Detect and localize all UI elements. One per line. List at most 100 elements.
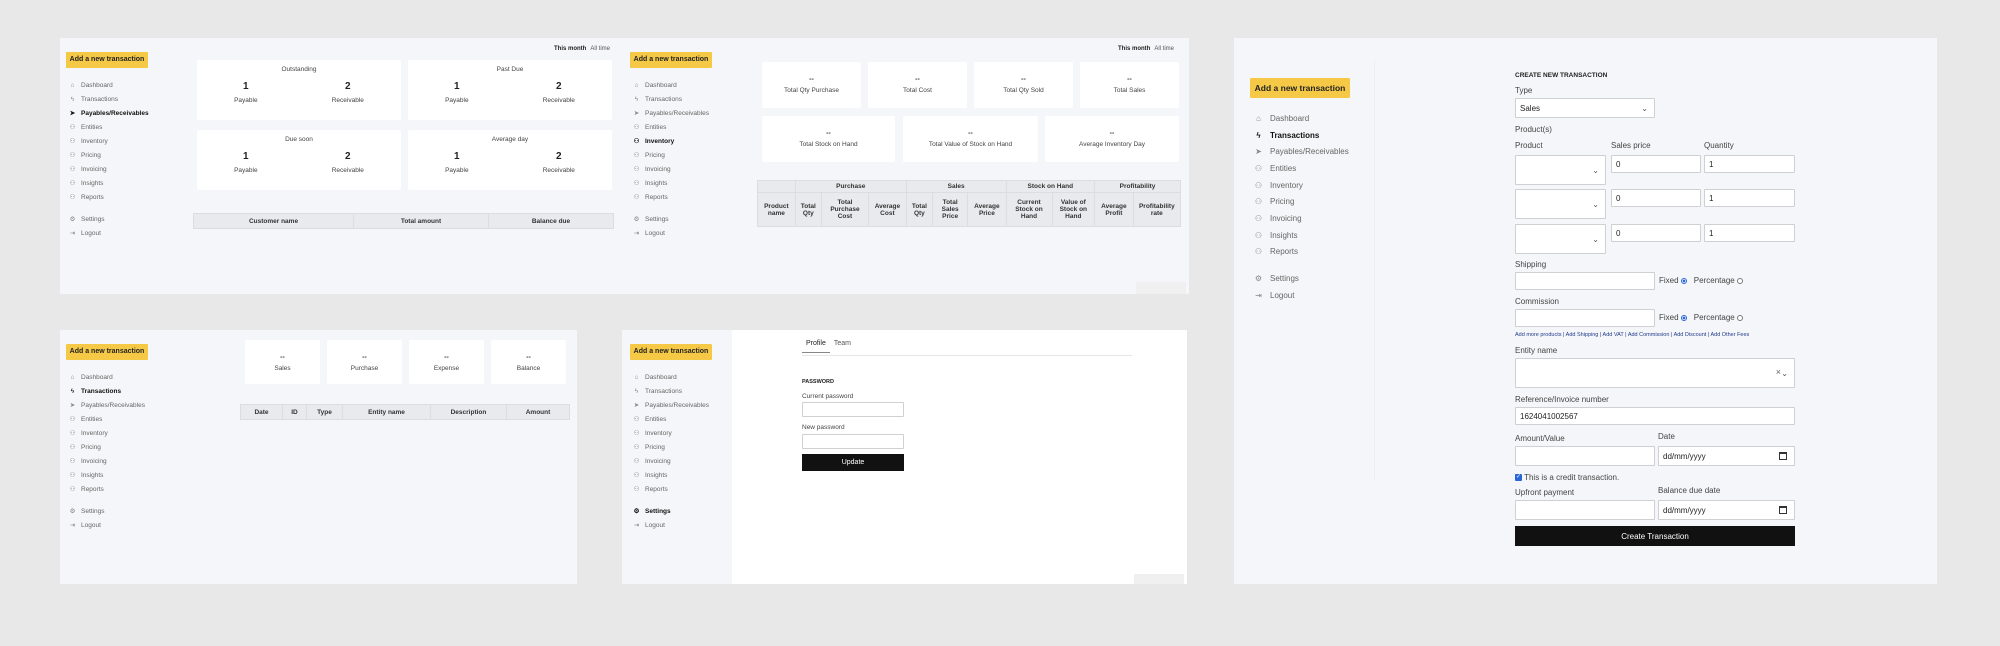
sidebar-item-insights[interactable]: ⚇ Insights (66, 468, 174, 482)
sidebar-item-invoicing[interactable]: ⚇ Invoicing (1250, 210, 1380, 227)
balance-due-date-input[interactable]: dd/mm/yyyy (1658, 500, 1795, 520)
sidebar-item-inventory[interactable]: ⚇ Inventory (630, 134, 738, 148)
sidebar-item-logout[interactable]: ⇥ Logout (630, 226, 738, 240)
reference-input[interactable]: 1624041002567 (1515, 407, 1795, 425)
sidebar-item-pricing[interactable]: ⚇ Pricing (630, 440, 738, 454)
calendar-icon[interactable] (1779, 452, 1787, 460)
sidebar-item-settings[interactable]: ⚙ Settings (1250, 270, 1380, 287)
sidebar-item-pricing[interactable]: ⚇ Pricing (66, 440, 174, 454)
amount-input[interactable] (1515, 446, 1655, 466)
sidebar-item-settings[interactable]: ⚙ Settings (66, 212, 174, 226)
sidebar-item-entities[interactable]: ⚇ Entities (66, 120, 174, 134)
sidebar-item-logout[interactable]: ⇥ Logout (66, 518, 174, 532)
sidebar-item-payables[interactable]: ➤ Payables/Receivables (1250, 143, 1380, 160)
sidebar-item-dashboard[interactable]: ⌂ Dashboard (630, 78, 738, 92)
sidebar-item-invoicing[interactable]: ⚇ Invoicing (630, 162, 738, 176)
product-select-2[interactable]: ⌄ (1515, 189, 1606, 219)
sidebar-item-pricing[interactable]: ⚇ Pricing (630, 148, 738, 162)
sidebar-item-transactions[interactable]: ϟ Transactions (1250, 127, 1380, 144)
sidebar-item-entities[interactable]: ⚇ Entities (630, 412, 738, 426)
range-all-time[interactable]: All time (1154, 46, 1174, 52)
sales-price-input-3[interactable]: 0 (1611, 224, 1701, 242)
current-password-input[interactable] (802, 402, 904, 417)
sidebar-item-insights[interactable]: ⚇ Insights (1250, 227, 1380, 244)
sidebar-item-settings[interactable]: ⚙ Settings (630, 504, 738, 518)
quantity-input-3[interactable]: 1 (1704, 224, 1795, 242)
sales-price-input-1[interactable]: 0 (1611, 155, 1701, 173)
date-input[interactable]: dd/mm/yyyy (1658, 446, 1795, 466)
quantity-input-1[interactable]: 1 (1704, 155, 1795, 173)
type-select[interactable]: Sales ⌄ (1515, 98, 1655, 118)
commission-fixed-radio[interactable] (1680, 314, 1687, 321)
new-password-input[interactable] (802, 434, 904, 449)
sidebar-item-insights[interactable]: ⚇ Insights (66, 176, 174, 190)
sidebar-item-logout[interactable]: ⇥ Logout (1250, 287, 1380, 304)
sidebar-item-reports[interactable]: ⚇ Reports (66, 190, 174, 204)
sidebar-item-pricing[interactable]: ⚇ Pricing (1250, 193, 1380, 210)
sidebar-nav: ⌂ Dashboard ϟ Transactions ➤ Payables/Recei… (66, 78, 174, 240)
range-this-month[interactable]: This month (1118, 46, 1150, 52)
group-sales: Sales (905, 180, 1007, 193)
sidebar-item-transactions[interactable]: ϟ Transactions (630, 384, 738, 398)
shipping-fixed-radio[interactable] (1680, 277, 1687, 284)
sidebar-item-logout[interactable]: ⇥ Logout (630, 518, 738, 532)
sidebar-item-transactions[interactable]: ϟ Transactions (66, 384, 174, 398)
sidebar-item-dashboard[interactable]: ⌂ Dashboard (66, 370, 174, 384)
shipping-input[interactable] (1515, 272, 1655, 290)
sidebar-item-insights[interactable]: ⚇ Insights (630, 176, 738, 190)
quantity-input-2[interactable]: 1 (1704, 189, 1795, 207)
sidebar-item-pricing[interactable]: ⚇ Pricing (66, 148, 174, 162)
sidebar-item-reports[interactable]: ⚇ Reports (630, 190, 738, 204)
sidebar-item-invoicing[interactable]: ⚇ Invoicing (66, 454, 174, 468)
update-button[interactable]: Update (802, 454, 904, 471)
commission-input[interactable] (1515, 309, 1655, 327)
tab-profile[interactable]: Profile (802, 340, 830, 353)
sidebar-item-entities[interactable]: ⚇ Entities (1250, 160, 1380, 177)
sidebar-item-payables[interactable]: ➤ Payables/Receivables (66, 398, 174, 412)
commission-percentage-radio[interactable] (1736, 314, 1743, 321)
clear-icon[interactable]: × (1776, 367, 1781, 377)
sidebar-item-inventory[interactable]: ⚇ Inventory (630, 426, 738, 440)
sidebar-item-payables[interactable]: ➤ Payables/Receivables (630, 398, 738, 412)
sidebar-item-inventory[interactable]: ⚇ Inventory (1250, 177, 1380, 194)
sidebar-item-logout[interactable]: ⇥ Logout (66, 226, 174, 240)
add-transaction-button[interactable]: Add a new transaction (630, 344, 712, 360)
sidebar-item-label: Reports (645, 485, 668, 493)
sidebar-item-transactions[interactable]: ϟ Transactions (630, 92, 738, 106)
add-transaction-button[interactable]: Add a new transaction (1250, 78, 1350, 98)
sidebar-item-invoicing[interactable]: ⚇ Invoicing (66, 162, 174, 176)
sidebar-item-entities[interactable]: ⚇ Entities (66, 412, 174, 426)
shipping-percentage-radio[interactable] (1736, 277, 1743, 284)
sidebar-item-reports[interactable]: ⚇ Reports (1250, 244, 1380, 261)
product-select-3[interactable]: ⌄ (1515, 224, 1606, 254)
add-transaction-button[interactable]: Add a new transaction (66, 344, 148, 360)
sidebar-item-dashboard[interactable]: ⌂ Dashboard (66, 78, 174, 92)
create-transaction-button[interactable]: Create Transaction (1515, 526, 1795, 546)
sidebar-item-entities[interactable]: ⚇ Entities (630, 120, 738, 134)
sidebar-item-insights[interactable]: ⚇ Insights (630, 468, 738, 482)
range-all-time[interactable]: All time (590, 46, 610, 52)
add-transaction-button[interactable]: Add a new transaction (66, 52, 148, 68)
sidebar-item-inventory[interactable]: ⚇ Inventory (66, 426, 174, 440)
calendar-icon[interactable] (1779, 506, 1787, 514)
sidebar-item-payables[interactable]: ➤ Payables/Receivables (630, 106, 738, 120)
entity-name-select[interactable]: × ⌄ (1515, 358, 1795, 388)
sidebar-item-invoicing[interactable]: ⚇ Invoicing (630, 454, 738, 468)
add-more-links[interactable]: Add more products | Add Shipping | Add V… (1515, 332, 1749, 338)
range-this-month[interactable]: This month (554, 46, 586, 52)
sidebar-item-reports[interactable]: ⚇ Reports (630, 482, 738, 496)
upfront-input[interactable] (1515, 500, 1655, 520)
tab-team[interactable]: Team (830, 340, 855, 353)
sidebar-item-settings[interactable]: ⚙ Settings (630, 212, 738, 226)
sidebar-item-inventory[interactable]: ⚇ Inventory (66, 134, 174, 148)
sidebar-item-reports[interactable]: ⚇ Reports (66, 482, 174, 496)
credit-checkbox[interactable]: ✓ (1515, 474, 1522, 482)
add-transaction-button[interactable]: Add a new transaction (630, 52, 712, 68)
sidebar-item-dashboard[interactable]: ⌂ Dashboard (630, 370, 738, 384)
sidebar-item-payables[interactable]: ➤ Payables/Receivables (66, 106, 174, 120)
sidebar-item-dashboard[interactable]: ⌂ Dashboard (1250, 110, 1380, 127)
product-select-1[interactable]: ⌄ (1515, 155, 1606, 185)
sales-price-input-2[interactable]: 0 (1611, 189, 1701, 207)
sidebar-item-transactions[interactable]: ϟ Transactions (66, 92, 174, 106)
sidebar-item-settings[interactable]: ⚙ Settings (66, 504, 174, 518)
